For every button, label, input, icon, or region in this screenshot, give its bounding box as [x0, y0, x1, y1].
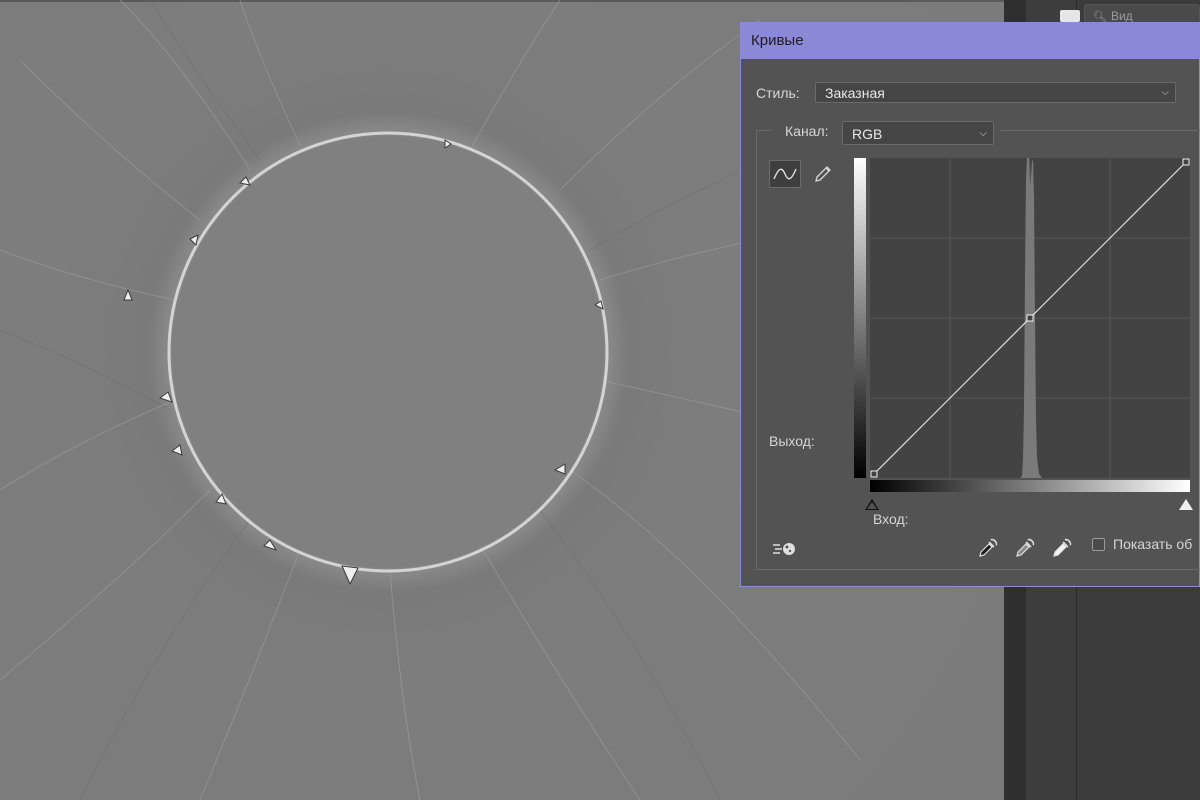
channel-select[interactable]: RGB ⌵	[842, 121, 994, 145]
auto-button[interactable]	[771, 538, 799, 560]
style-label: Стиль:	[756, 85, 800, 101]
curves-dialog: Кривые Стиль: Заказная ⌵ Канал: RGB ⌵ Вы…	[740, 22, 1200, 587]
show-clipping-checkbox[interactable]	[1092, 538, 1105, 551]
curve-points-tool-button[interactable]	[769, 160, 801, 188]
auto-adjust-icon	[773, 543, 795, 555]
gray-point-eyedropper-button[interactable]	[1014, 537, 1036, 559]
dialog-title[interactable]: Кривые	[741, 23, 1199, 59]
curve-graph[interactable]	[870, 158, 1190, 478]
search-placeholder: Вид	[1110, 9, 1133, 23]
curve-point[interactable]	[1026, 314, 1034, 322]
white-point-eyedropper-button[interactable]	[1051, 537, 1073, 559]
channel-label: Канал:	[785, 123, 829, 139]
chevron-down-icon: ⌵	[979, 128, 987, 139]
pencil-icon	[815, 166, 831, 182]
chevron-down-icon: ⌵	[1161, 87, 1169, 98]
input-gradient-bar	[870, 480, 1190, 492]
gray-point-eyedropper-icon	[1016, 538, 1035, 557]
input-label: Вход:	[873, 511, 909, 527]
panel-toggle-icon[interactable]	[1060, 10, 1080, 22]
curve-points-icon	[773, 168, 797, 180]
black-point-eyedropper-icon	[979, 538, 998, 557]
channel-select-value: RGB	[852, 126, 883, 142]
output-gradient-bar	[854, 158, 866, 478]
output-label: Выход:	[769, 433, 815, 449]
style-select[interactable]: Заказная ⌵	[815, 82, 1176, 103]
white-point-eyedropper-icon	[1053, 538, 1072, 557]
curve-graph-svg	[870, 158, 1190, 478]
curve-point[interactable]	[870, 470, 878, 478]
black-point-eyedropper-button[interactable]	[977, 537, 999, 559]
white-point-slider[interactable]	[1179, 499, 1193, 510]
curve-point[interactable]	[1182, 158, 1190, 166]
style-select-value: Заказная	[825, 85, 885, 101]
show-clipping-label: Показать об	[1113, 536, 1193, 552]
pencil-tool-button[interactable]	[807, 160, 839, 188]
